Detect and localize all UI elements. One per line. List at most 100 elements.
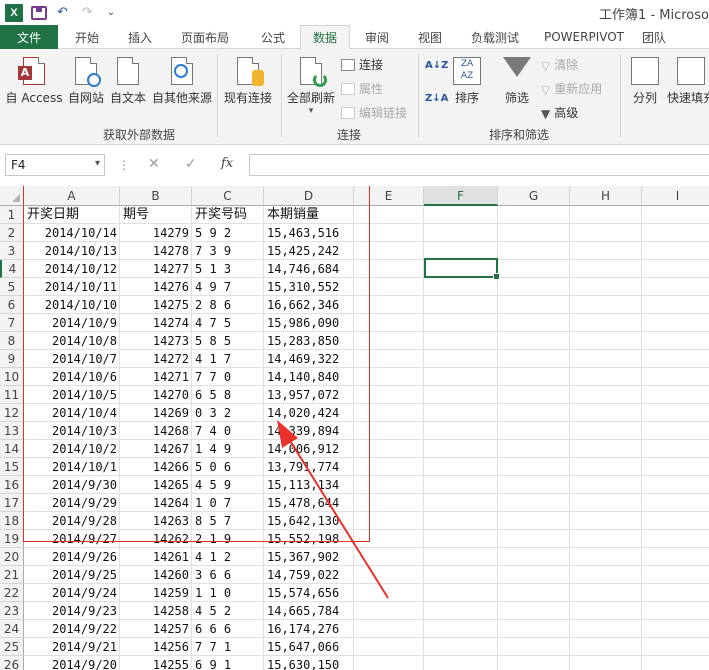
- tab-page-layout[interactable]: 页面布局: [164, 25, 246, 49]
- row-header-10[interactable]: 10: [0, 368, 24, 386]
- table-cell[interactable]: 14255: [123, 656, 189, 670]
- table-cell[interactable]: 14257: [123, 620, 189, 638]
- refresh-all-button[interactable]: 全部刷新 ▾: [284, 57, 338, 116]
- table-cell[interactable]: 2014/9/20: [27, 656, 117, 670]
- tab-file[interactable]: 文件: [0, 25, 58, 49]
- properties-button[interactable]: 属性: [341, 80, 383, 97]
- from-other-sources-button[interactable]: 自其他来源: [150, 57, 214, 106]
- row-header-2[interactable]: 2: [0, 224, 24, 242]
- row-header-18[interactable]: 18: [0, 512, 24, 530]
- table-cell[interactable]: 15,647,066: [267, 638, 351, 656]
- name-box[interactable]: F4: [5, 154, 105, 176]
- existing-connections-button[interactable]: 现有连接: [222, 57, 274, 106]
- table-cell[interactable]: 4 1 2: [195, 548, 261, 566]
- table-cell[interactable]: 3 6 6: [195, 566, 261, 584]
- row-header-12[interactable]: 12: [0, 404, 24, 422]
- row-header-19[interactable]: 19: [0, 530, 24, 548]
- table-cell[interactable]: 14258: [123, 602, 189, 620]
- row-header-13[interactable]: 13: [0, 422, 24, 440]
- table-cell[interactable]: 15,630,150: [267, 656, 351, 670]
- tab-load-test[interactable]: 负载测试: [456, 25, 534, 49]
- row-header-24[interactable]: 24: [0, 620, 24, 638]
- clear-filter-button[interactable]: ▽ 清除: [541, 56, 578, 73]
- tab-team[interactable]: 团队: [634, 25, 674, 49]
- tab-insert[interactable]: 插入: [116, 25, 164, 49]
- row-header-26[interactable]: 26: [0, 656, 24, 670]
- from-text-button[interactable]: 自文本: [108, 57, 148, 106]
- edit-links-button[interactable]: 编辑链接: [341, 104, 407, 121]
- sort-ascending-button[interactable]: A↓Z: [425, 60, 448, 71]
- column-header-h[interactable]: H: [570, 186, 642, 206]
- row-header-22[interactable]: 22: [0, 584, 24, 602]
- table-cell[interactable]: 2014/9/23: [27, 602, 117, 620]
- row-header-21[interactable]: 21: [0, 566, 24, 584]
- worksheet-grid[interactable]: A B C D E F G H I 1 2 3 4 5 6 7 8 9 10 11 12 13 14 15 16 17 18 19 20…: [0, 186, 709, 670]
- row-header-7[interactable]: 7: [0, 314, 24, 332]
- row-header-20[interactable]: 20: [0, 548, 24, 566]
- row-header-16[interactable]: 16: [0, 476, 24, 494]
- save-icon[interactable]: [31, 5, 47, 20]
- column-header-f[interactable]: F: [424, 186, 498, 206]
- table-cell[interactable]: 15,367,902: [267, 548, 351, 566]
- column-header-i[interactable]: I: [642, 186, 709, 206]
- table-cell[interactable]: 4 5 2: [195, 602, 261, 620]
- reapply-button[interactable]: ▽ 重新应用: [541, 80, 602, 97]
- table-cell[interactable]: 2014/9/22: [27, 620, 117, 638]
- row-header-6[interactable]: 6: [0, 296, 24, 314]
- select-all-button[interactable]: [0, 186, 24, 206]
- sort-button[interactable]: ZA AZ 排序: [450, 57, 484, 106]
- from-web-button[interactable]: 自网站: [66, 57, 106, 106]
- row-header-15[interactable]: 15: [0, 458, 24, 476]
- sort-descending-button[interactable]: Z↓A: [425, 93, 448, 104]
- row-header-11[interactable]: 11: [0, 386, 24, 404]
- connections-button[interactable]: 连接: [341, 56, 383, 73]
- flash-fill-button[interactable]: 快速填充: [667, 57, 709, 106]
- insert-function-icon[interactable]: fx: [221, 156, 233, 171]
- row-header-9[interactable]: 9: [0, 350, 24, 368]
- tab-view[interactable]: 视图: [404, 25, 456, 49]
- row-header-23[interactable]: 23: [0, 602, 24, 620]
- table-cell[interactable]: 1 1 0: [195, 584, 261, 602]
- table-cell[interactable]: 6 9 1: [195, 656, 261, 670]
- row-header-8[interactable]: 8: [0, 332, 24, 350]
- row-header-1[interactable]: 1: [0, 206, 24, 224]
- table-cell[interactable]: 14259: [123, 584, 189, 602]
- row-header-14[interactable]: 14: [0, 440, 24, 458]
- tab-formulas[interactable]: 公式: [246, 25, 300, 49]
- text-to-columns-button[interactable]: 分列: [628, 57, 662, 106]
- formula-bar-handle-icon[interactable]: ⋮: [118, 158, 130, 172]
- table-cell[interactable]: 14261: [123, 548, 189, 566]
- table-cell[interactable]: 6 6 6: [195, 620, 261, 638]
- redo-icon[interactable]: ↷: [82, 4, 93, 22]
- from-access-button[interactable]: A 自 Access: [4, 57, 64, 106]
- row-header-3[interactable]: 3: [0, 242, 24, 260]
- table-cell[interactable]: 2014/9/24: [27, 584, 117, 602]
- cancel-icon[interactable]: ✕: [148, 156, 160, 172]
- formula-input[interactable]: [249, 154, 709, 176]
- table-cell[interactable]: 14,759,022: [267, 566, 351, 584]
- advanced-filter-button[interactable]: ▼ 高级: [541, 104, 578, 121]
- table-cell[interactable]: 2014/9/26: [27, 548, 117, 566]
- enter-icon[interactable]: ✓: [185, 156, 197, 172]
- table-cell[interactable]: 14,665,784: [267, 602, 351, 620]
- tab-home[interactable]: 开始: [58, 25, 116, 49]
- customize-quick-access-icon[interactable]: ⌄: [107, 4, 115, 22]
- table-cell[interactable]: 7 7 1: [195, 638, 261, 656]
- table-cell[interactable]: 15,574,656: [267, 584, 351, 602]
- table-cell[interactable]: 2014/9/25: [27, 566, 117, 584]
- row-header-4[interactable]: 4: [0, 260, 24, 278]
- table-cell[interactable]: 14260: [123, 566, 189, 584]
- table-cell[interactable]: 16,174,276: [267, 620, 351, 638]
- row-header-25[interactable]: 25: [0, 638, 24, 656]
- filter-button[interactable]: 筛选: [500, 57, 534, 106]
- row-header-17[interactable]: 17: [0, 494, 24, 512]
- row-header-5[interactable]: 5: [0, 278, 24, 296]
- tab-data[interactable]: 数据: [300, 25, 350, 50]
- undo-icon[interactable]: ↶: [57, 4, 68, 22]
- table-cell[interactable]: 2014/9/21: [27, 638, 117, 656]
- column-header-g[interactable]: G: [498, 186, 570, 206]
- tab-powerpivot[interactable]: POWERPIVOT: [534, 25, 634, 49]
- tab-review[interactable]: 审阅: [350, 25, 404, 49]
- table-cell[interactable]: 14256: [123, 638, 189, 656]
- active-cell-f4[interactable]: [424, 258, 500, 280]
